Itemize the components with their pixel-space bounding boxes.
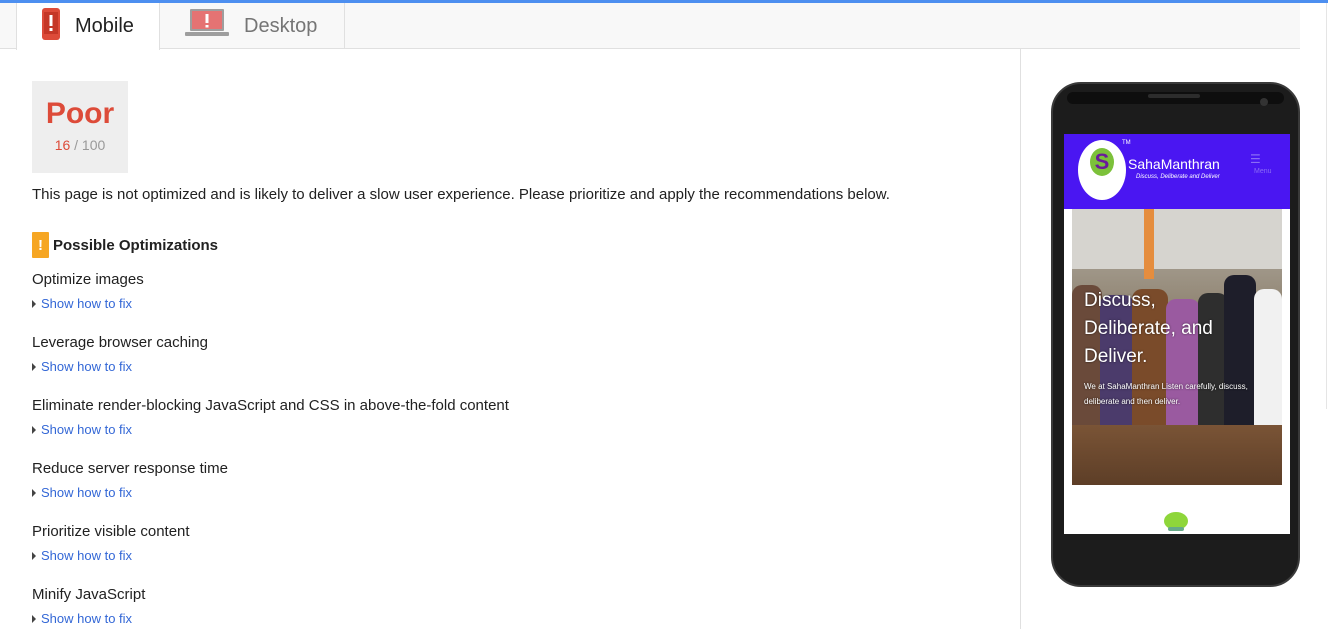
show-how-to-fix-link[interactable]: Show how to fix <box>32 422 509 437</box>
show-how-to-fix-link[interactable]: Show how to fix <box>32 611 145 626</box>
desktop-monitor-icon <box>184 8 230 44</box>
optimizations-heading: ! Possible Optimizations <box>32 232 218 258</box>
preview-site-name: SahaManthran <box>1128 156 1220 172</box>
rule-item: Leverage browser caching Show how to fix <box>32 334 208 374</box>
show-how-to-fix-link[interactable]: Show how to fix <box>32 359 208 374</box>
expand-triangle-icon <box>32 488 36 497</box>
score-number: 16 <box>54 137 71 153</box>
phone-camera <box>1260 98 1268 106</box>
warning-icon: ! <box>32 232 49 258</box>
preview-site-header: S TM SahaManthran Discuss, Deliberate an… <box>1064 134 1290 209</box>
hero-line: Deliver. <box>1084 346 1148 367</box>
hero-line: Discuss, <box>1084 290 1156 311</box>
site-logo: S <box>1078 140 1126 200</box>
photo-flag <box>1144 209 1154 279</box>
expand-triangle-icon <box>32 299 36 308</box>
show-how-to-fix-label: Show how to fix <box>41 296 133 311</box>
mobile-preview-device: S TM SahaManthran Discuss, Deliberate an… <box>1051 82 1300 587</box>
mobile-preview-screen: S TM SahaManthran Discuss, Deliberate an… <box>1064 134 1290 534</box>
hamburger-menu-icon: ☰ <box>1250 152 1261 166</box>
rule-title: Minify JavaScript <box>32 586 146 603</box>
show-how-to-fix-label: Show how to fix <box>41 422 133 437</box>
device-tabbar: Mobile Desktop <box>0 3 1300 50</box>
expand-triangle-icon <box>32 551 36 560</box>
chat-widget-base <box>1168 527 1184 531</box>
tab-desktop[interactable]: Desktop <box>160 3 345 49</box>
photo-floor <box>1072 425 1282 485</box>
show-how-to-fix-link[interactable]: Show how to fix <box>32 485 228 500</box>
rule-title: Prioritize visible content <box>32 523 190 540</box>
right-gutter <box>1300 3 1328 629</box>
preview-hero-subtext: We at SahaManthran Listen carefully, dis… <box>1084 382 1248 406</box>
optimizations-heading-label: Possible Optimizations <box>53 236 219 254</box>
photo-window <box>1072 209 1282 269</box>
rule-title: Reduce server response time <box>32 460 228 477</box>
preview-hero-photo: Discuss, Deliberate, and Deliver. We at … <box>1072 209 1282 485</box>
rule-title: Leverage browser caching <box>32 334 208 351</box>
rule-item: Optimize images Show how to fix <box>32 271 144 311</box>
hero-line: Deliberate, and <box>1084 318 1213 339</box>
rule-item: Minify JavaScript Show how to fix <box>32 586 145 626</box>
preview-site-tagline: Discuss, Deliberate and Deliver <box>1136 174 1220 180</box>
show-how-to-fix-label: Show how to fix <box>41 359 133 374</box>
rule-item: Reduce server response time Show how to … <box>32 460 228 500</box>
site-logo-mark: S <box>1090 148 1114 176</box>
expand-triangle-icon <box>32 362 36 371</box>
show-how-to-fix-link[interactable]: Show how to fix <box>32 548 190 563</box>
rule-title: Optimize images <box>32 271 144 288</box>
tab-mobile-label: Mobile <box>75 15 134 37</box>
score-value: 16 / 100 <box>32 137 128 153</box>
expand-triangle-icon <box>32 614 36 623</box>
rule-item: Eliminate render-blocking JavaScript and… <box>32 397 509 437</box>
score-max: / 100 <box>74 137 106 153</box>
phone-speaker <box>1148 94 1200 98</box>
show-how-to-fix-label: Show how to fix <box>41 548 133 563</box>
score-summary: This page is not optimized and is likely… <box>32 186 890 203</box>
tab-desktop-label: Desktop <box>244 14 318 37</box>
score-badge: Poor 16 / 100 <box>32 81 128 173</box>
expand-triangle-icon <box>32 425 36 434</box>
mobile-phone-icon <box>41 7 61 47</box>
show-how-to-fix-label: Show how to fix <box>41 611 133 626</box>
show-how-to-fix-link[interactable]: Show how to fix <box>32 296 144 311</box>
show-how-to-fix-label: Show how to fix <box>41 485 133 500</box>
rule-item: Prioritize visible content Show how to f… <box>32 523 190 563</box>
tab-mobile[interactable]: Mobile <box>16 3 160 50</box>
score-label: Poor <box>45 97 115 130</box>
preview-hero-heading: Discuss, Deliberate, and Deliver. <box>1084 287 1213 371</box>
trademark-mark: TM <box>1122 140 1131 146</box>
rule-title: Eliminate render-blocking JavaScript and… <box>32 397 509 414</box>
right-scroll-track[interactable] <box>1326 3 1327 409</box>
preview-divider <box>1020 49 1021 629</box>
preview-menu-label: Menu <box>1254 168 1272 175</box>
